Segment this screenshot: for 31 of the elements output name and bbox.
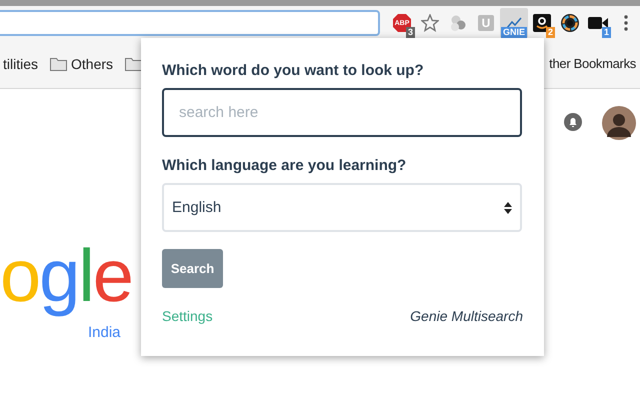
video-camera-icon (588, 16, 608, 30)
letter-icon: U (478, 15, 494, 31)
badge: 1 (602, 27, 611, 38)
badge: 2 (546, 27, 555, 38)
avatar-icon[interactable] (602, 106, 636, 140)
search-field[interactable]: search here (162, 88, 522, 137)
spheres-icon (449, 14, 467, 32)
extension-button[interactable]: 2 (528, 8, 556, 38)
notification-bell-icon[interactable] (564, 113, 582, 131)
other-bookmarks[interactable]: ther Bookmarks (549, 56, 636, 71)
graph-icon (505, 16, 523, 30)
question-label: Which language are you learning? (162, 157, 408, 174)
language-select[interactable]: English (162, 183, 522, 232)
star-icon (421, 14, 439, 32)
badge: GNIE (500, 27, 527, 38)
search-button[interactable]: Search (162, 249, 223, 288)
extension-button[interactable]: U (472, 8, 500, 38)
color-wheel-icon (560, 13, 580, 33)
settings-link[interactable]: Settings (162, 308, 213, 324)
updown-arrow-icon (504, 202, 512, 214)
badge: 3 (406, 27, 415, 38)
menu-icon (624, 15, 628, 31)
brand-name: Genie Multisearch (410, 308, 523, 324)
extension-button[interactable]: GNIE (500, 8, 528, 38)
extension-button[interactable]: 1 (584, 8, 612, 38)
bookmark-link[interactable]: tilities (3, 56, 38, 72)
question-label: Which word do you want to look up? (162, 62, 425, 79)
folder-icon (50, 57, 68, 71)
folder-icon[interactable] (125, 57, 142, 71)
region-label: India (88, 324, 121, 341)
bookmark-folder[interactable]: Others (50, 56, 114, 72)
